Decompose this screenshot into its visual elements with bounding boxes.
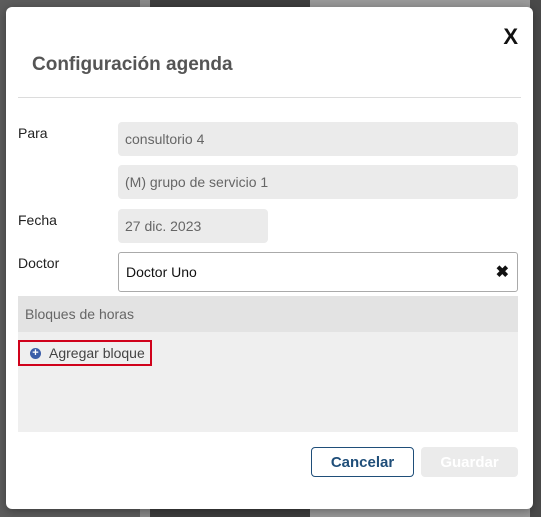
cancel-button[interactable]: Cancelar [311,447,414,477]
close-button[interactable]: X [503,24,518,50]
agenda-config-dialog: X Configuración agenda Para consultorio … [6,7,533,509]
fecha-field: 27 dic. 2023 [118,209,268,243]
para-label: Para [18,125,48,141]
doctor-label: Doctor [18,255,60,271]
title-divider [18,97,521,98]
plus-circle-icon: + [30,347,41,359]
fecha-label: Fecha [18,212,57,228]
doctor-select[interactable]: Doctor Uno ✖ [118,252,518,292]
para-group-field: (M) grupo de servicio 1 [118,165,518,199]
time-blocks-header: Bloques de horas [18,296,518,332]
dialog-title: Configuración agenda [32,54,233,75]
save-button: Guardar [421,447,518,477]
add-block-label: Agregar bloque [49,345,145,361]
add-block-button[interactable]: + Agregar bloque [18,340,152,366]
clear-icon[interactable]: ✖ [496,262,509,282]
time-blocks-panel: Bloques de horas + Agregar bloque [18,296,518,432]
doctor-select-value: Doctor Uno [126,264,197,280]
para-consultorio-field: consultorio 4 [118,122,518,156]
